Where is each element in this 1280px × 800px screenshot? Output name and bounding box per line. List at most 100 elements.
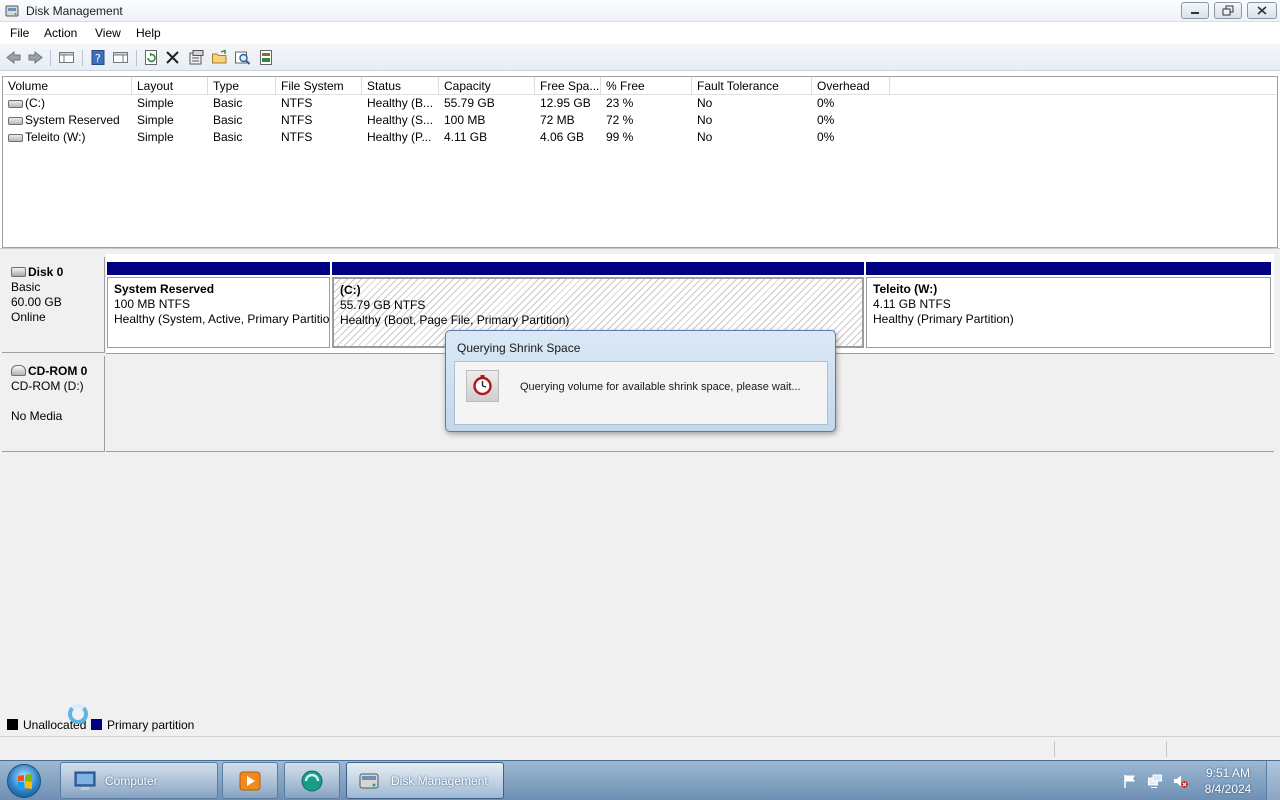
- querying-shrink-space-dialog: Querying Shrink Space Querying volume fo…: [445, 330, 836, 432]
- properties-pane-icon[interactable]: [112, 49, 129, 66]
- menu-file[interactable]: File: [10, 26, 29, 40]
- disk-size: 60.00 GB: [11, 295, 62, 309]
- busy-cursor-icon: [68, 704, 88, 724]
- volume-list-header: Volume Layout Type File System Status Ca…: [3, 77, 1277, 95]
- cell-status: Healthy (P...: [367, 130, 432, 144]
- cell-overhead: 0%: [817, 113, 835, 127]
- clock-icon: [466, 370, 499, 402]
- taskbar-button-media-player[interactable]: [222, 762, 278, 799]
- partition-size: 100 MB NTFS: [114, 297, 191, 311]
- restore-icon: [1222, 5, 1234, 16]
- menu-view[interactable]: View: [95, 26, 121, 40]
- column-header-file-system[interactable]: File System: [276, 77, 362, 95]
- disk-icon: [11, 267, 26, 277]
- taskbar-label: Disk Management: [391, 774, 488, 788]
- drive-letter: CD-ROM (D:): [11, 379, 84, 393]
- forward-icon[interactable]: [27, 49, 44, 66]
- network-icon[interactable]: [1147, 773, 1163, 789]
- open-icon[interactable]: [211, 49, 228, 66]
- clock-date: 8/4/2024: [1204, 782, 1252, 796]
- volume-icon: [8, 134, 23, 142]
- disk-type: Basic: [11, 280, 41, 294]
- disk-0-label[interactable]: Disk 0 Basic 60.00 GB Online: [2, 257, 105, 353]
- clock-time: 9:51 AM: [1205, 766, 1251, 780]
- show-hide-console-tree-icon[interactable]: [58, 49, 75, 66]
- cell-volume: (C:): [25, 96, 45, 110]
- properties-icon[interactable]: [188, 49, 205, 66]
- cell-percent-free: 99 %: [606, 130, 634, 144]
- delete-icon[interactable]: [164, 49, 181, 66]
- menu-action[interactable]: Action: [44, 26, 77, 40]
- disk-name: CD-ROM 0: [28, 364, 88, 378]
- cell-free-space: 72 MB: [540, 113, 575, 127]
- volume-list: Volume Layout Type File System Status Ca…: [2, 76, 1278, 248]
- title-bar: Disk Management: [0, 0, 1280, 22]
- media-status: No Media: [11, 409, 63, 423]
- cell-layout: Simple: [137, 130, 174, 144]
- cell-capacity: 100 MB: [444, 113, 486, 127]
- minimize-icon: [1191, 12, 1199, 14]
- legend-primary-partition: Primary partition: [107, 718, 195, 732]
- column-header-volume[interactable]: Volume: [3, 77, 132, 95]
- action-center-flag-icon[interactable]: [1122, 773, 1138, 789]
- cell-file-system: NTFS: [281, 96, 313, 110]
- taskbar-button-app[interactable]: [284, 762, 340, 799]
- help-topics-icon[interactable]: [258, 49, 275, 66]
- dialog-title: Querying Shrink Space: [457, 341, 581, 355]
- partition-teleito-w[interactable]: Teleito (W:) 4.11 GB NTFS Healthy (Prima…: [866, 262, 1271, 348]
- column-header-layout[interactable]: Layout: [132, 77, 208, 95]
- disk-name: Disk 0: [28, 265, 64, 279]
- volume-icon: [8, 100, 23, 108]
- taskbar-button-disk-management[interactable]: Disk Management: [346, 762, 504, 799]
- show-desktop-button[interactable]: [1266, 761, 1280, 800]
- table-row[interactable]: (C:) Simple Basic NTFS Healthy (B... 55.…: [3, 95, 1277, 112]
- windows-logo-icon: [18, 774, 32, 789]
- column-header-percent-free[interactable]: % Free: [601, 77, 692, 95]
- column-header-overhead[interactable]: Overhead: [812, 77, 890, 95]
- explore-icon[interactable]: [234, 49, 251, 66]
- cell-fault-tolerance: No: [697, 130, 713, 144]
- media-player-icon: [239, 771, 261, 791]
- partition-name: (C:): [340, 283, 361, 297]
- table-row[interactable]: Teleito (W:) Simple Basic NTFS Healthy (…: [3, 129, 1277, 146]
- close-button[interactable]: [1247, 2, 1277, 19]
- start-button[interactable]: [7, 764, 41, 798]
- restore-button[interactable]: [1214, 2, 1242, 19]
- cell-overhead: 0%: [817, 130, 835, 144]
- disk-map: Disk 0 Basic 60.00 GB Online System Rese…: [0, 254, 1280, 736]
- table-row[interactable]: System Reserved Simple Basic NTFS Health…: [3, 112, 1277, 129]
- refresh-icon[interactable]: [143, 49, 160, 66]
- column-header-fault-tolerance[interactable]: Fault Tolerance: [692, 77, 812, 95]
- cell-percent-free: 72 %: [606, 113, 634, 127]
- column-header-free-space[interactable]: Free Spa...: [535, 77, 601, 95]
- primary-partition-swatch: [91, 719, 102, 730]
- disk-management-icon: [359, 773, 379, 789]
- cell-type: Basic: [213, 130, 243, 144]
- partition-name: System Reserved: [114, 282, 215, 296]
- clock[interactable]: 9:51 AM 8/4/2024: [1196, 765, 1260, 797]
- cell-layout: Simple: [137, 113, 174, 127]
- close-icon: [1257, 6, 1267, 15]
- column-header-status[interactable]: Status: [362, 77, 439, 95]
- menu-bar: File Action View Help: [0, 22, 1280, 44]
- cell-fault-tolerance: No: [697, 96, 713, 110]
- back-icon[interactable]: [5, 49, 22, 66]
- cd-rom-icon: [11, 365, 26, 376]
- partition-status: Healthy (Primary Partition): [873, 312, 1014, 326]
- help-icon[interactable]: ?: [90, 49, 107, 66]
- partition-status: Healthy (Boot, Page File, Primary Partit…: [340, 313, 570, 327]
- partition-system-reserved[interactable]: System Reserved 100 MB NTFS Healthy (Sys…: [107, 262, 330, 348]
- partition-size: 4.11 GB NTFS: [873, 297, 951, 311]
- dialog-message: Querying volume for available shrink spa…: [520, 381, 801, 393]
- column-header-capacity[interactable]: Capacity: [439, 77, 535, 95]
- column-header-type[interactable]: Type: [208, 77, 276, 95]
- minimize-button[interactable]: [1181, 2, 1209, 19]
- cell-free-space: 12.95 GB: [540, 96, 591, 110]
- cell-file-system: NTFS: [281, 130, 313, 144]
- volume-muted-icon[interactable]: [1172, 773, 1188, 789]
- taskbar-label: Computer: [105, 774, 158, 788]
- menu-help[interactable]: Help: [136, 26, 161, 40]
- disk-status: Online: [11, 310, 46, 324]
- taskbar-button-computer[interactable]: Computer: [60, 762, 218, 799]
- cd-rom-0-label[interactable]: CD-ROM 0 CD-ROM (D:) No Media: [2, 356, 105, 452]
